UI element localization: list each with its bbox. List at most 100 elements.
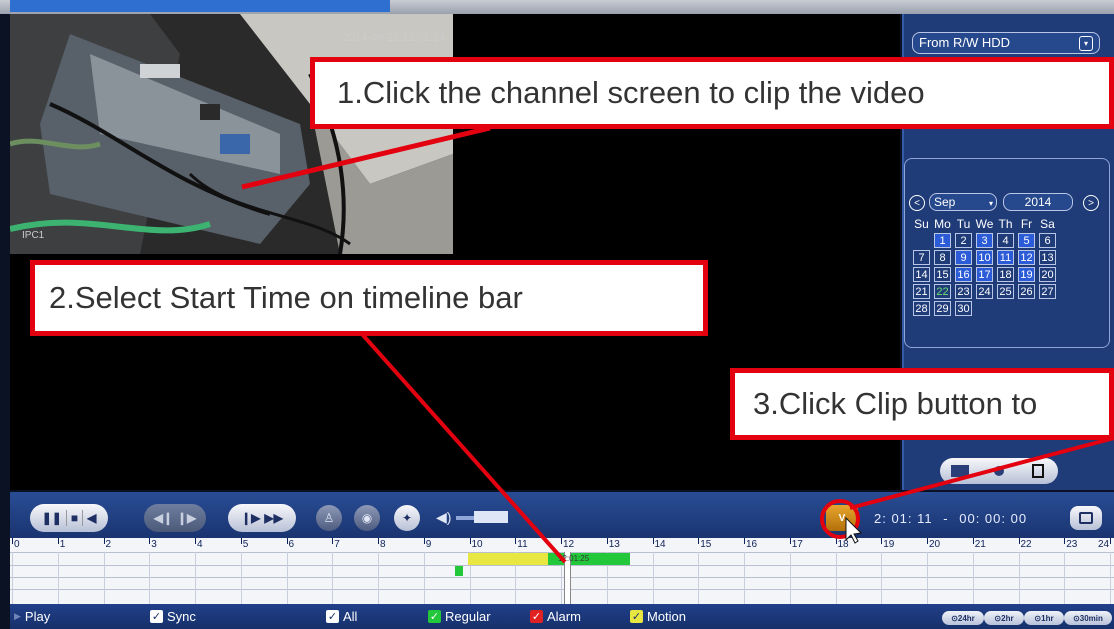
play-indicator-icon: ▶ [14, 611, 21, 621]
timeline-tick [881, 538, 883, 544]
step-forward-button[interactable]: ❙▶ [177, 511, 196, 525]
bookmark-view-button[interactable] [979, 458, 1018, 484]
source-select[interactable]: From R/W HDD ▾ [912, 32, 1100, 54]
thumbnail-view-button[interactable] [940, 458, 979, 484]
day-name: Sa [1040, 217, 1055, 231]
calendar-day[interactable]: 22 [934, 284, 951, 299]
timeline-hour-labels: 0 1 2 3 4 5 6 7 8 9 10 11 12 13 14 15 16 17 18 19 20 21 22 23 24 [10, 538, 1114, 552]
stop-icon: ■ [70, 511, 79, 525]
calendar-day[interactable]: 12 [1018, 250, 1035, 265]
clip-button[interactable]: V [826, 505, 858, 531]
stop-button[interactable]: ■ [71, 511, 78, 525]
calendar-day[interactable]: 2 [955, 233, 972, 248]
list-view-button[interactable] [1019, 458, 1058, 484]
calendar-day[interactable]: 26 [1018, 284, 1035, 299]
timeline-tick [469, 538, 471, 544]
motion-label: Motion [647, 609, 687, 624]
all-checkbox[interactable]: ✓ All [326, 609, 357, 624]
calendar-day[interactable]: 21 [913, 284, 930, 299]
calendar-day[interactable]: 29 [934, 301, 951, 316]
mark-button[interactable]: ✦ [394, 505, 420, 531]
smart-search-button[interactable]: ♙ [316, 505, 342, 531]
timeline-tick [1064, 538, 1066, 544]
zoom-30min-button[interactable]: ⊙ 30min [1064, 611, 1112, 625]
prev-month-button[interactable]: < [909, 195, 925, 211]
timeline-tick [240, 538, 242, 544]
timeline-gridline [240, 552, 242, 604]
view-mode-toggle [940, 458, 1058, 484]
image-icon [950, 465, 969, 477]
pin-icon: ✦ [401, 511, 413, 525]
time-separator: - [943, 511, 949, 526]
calendar-day[interactable]: 27 [1039, 284, 1056, 299]
month-value: Sep [934, 195, 956, 209]
calendar-day[interactable]: 28 [913, 301, 930, 316]
calendar-day[interactable]: 30 [955, 301, 972, 316]
calendar-day[interactable]: 7 [913, 250, 930, 265]
day-name: Mo [934, 217, 951, 231]
calendar-day[interactable]: 6 [1039, 233, 1056, 248]
calendar-day[interactable]: 1 [934, 233, 951, 248]
reverse-play-button[interactable]: ◀ [87, 511, 96, 525]
calendar-day[interactable]: 4 [997, 233, 1014, 248]
next-month-button[interactable]: > [1083, 195, 1099, 211]
zoom-24hr-button[interactable]: ⊙ 24hr [942, 611, 984, 625]
marker-icon [993, 466, 1004, 476]
calendar-day[interactable]: 25 [997, 284, 1014, 299]
timeline-marker-label: 12:01:25 [558, 554, 590, 563]
alarm-checkbox[interactable]: ✓ Alarm [530, 609, 581, 624]
calendar-day[interactable]: 8 [934, 250, 951, 265]
calendar-day[interactable]: 23 [955, 284, 972, 299]
calendar-day[interactable]: 9 [955, 250, 972, 265]
step-back-button[interactable]: ◀❙ [154, 511, 173, 525]
timeline-gridline [57, 552, 59, 604]
timeline-bar[interactable]: 0 1 2 3 4 5 6 7 8 9 10 11 12 13 14 15 16 17 18 19 20 21 22 23 24… [10, 538, 1114, 604]
calendar-day[interactable]: 5 [1018, 233, 1035, 248]
calendar-day[interactable]: 3 [976, 233, 993, 248]
zoom-icon: ⊙ [1034, 613, 1042, 623]
timeline-gridline [835, 552, 837, 604]
sync-checkbox[interactable]: ✓ Sync [150, 609, 196, 624]
month-select[interactable]: Sep ▾ [929, 193, 997, 211]
volume-slider-fill [474, 511, 508, 523]
calendar-day[interactable]: 11 [997, 250, 1014, 265]
motion-checkbox[interactable]: ✓ Motion [630, 609, 686, 624]
calendar-day[interactable]: 13 [1039, 250, 1056, 265]
sync-label: Sync [167, 609, 196, 624]
timeline-hour-label: 9 [425, 539, 432, 550]
timeline-hour-label: 4 [197, 539, 203, 550]
volume-icon[interactable]: ◀) [436, 509, 451, 526]
checkbox-icon: ✓ [150, 610, 163, 623]
calendar: < Sep ▾ 2014 > Su Mo Tu We Th Fr Sa 1 2 3 4 5 6 7 8 9 10… [904, 158, 1110, 348]
timeline-gridline [652, 552, 654, 604]
calendar-day[interactable]: 14 [913, 267, 930, 282]
fast-forward-button[interactable]: ▶▶ [264, 511, 282, 525]
pause-stop-reverse-group: ❚❚ ■ ◀ [30, 504, 108, 532]
calendar-day[interactable]: 20 [1039, 267, 1056, 282]
volume-slider[interactable] [456, 511, 508, 523]
timeline-tick [57, 538, 59, 544]
timeline-tick [1018, 538, 1020, 544]
zoom-1hr-button[interactable]: ⊙ 1hr [1024, 611, 1064, 625]
timeline-tick [744, 538, 745, 544]
pause-button[interactable]: ❚❚ [42, 511, 62, 525]
timeline-gridline [332, 552, 334, 604]
regular-checkbox[interactable]: ✓ Regular [428, 609, 491, 624]
step-back-icon: ◀❙ [153, 511, 173, 525]
timeline-tick [195, 538, 196, 544]
calendar-day[interactable]: 18 [997, 267, 1014, 282]
calendar-day[interactable]: 17 [976, 267, 993, 282]
slow-play-button[interactable]: ❙▶ [241, 511, 260, 525]
calendar-day[interactable]: 10 [976, 250, 993, 265]
snapshot-button[interactable]: ◉ [354, 505, 380, 531]
year-select[interactable]: 2014 [1003, 193, 1073, 211]
clip-length: 00: 00: 00 [959, 511, 1028, 526]
calendar-day[interactable]: 24 [976, 284, 993, 299]
zoom-2hr-button[interactable]: ⊙ 2hr [984, 611, 1024, 625]
channel-1-screen[interactable]: 2014-09-22 12:01:24 IPC1 [10, 14, 453, 254]
regular-segment [455, 566, 463, 576]
calendar-day[interactable]: 19 [1018, 267, 1035, 282]
backup-button[interactable] [1070, 506, 1102, 530]
calendar-day[interactable]: 15 [934, 267, 951, 282]
calendar-day[interactable]: 16 [955, 267, 972, 282]
